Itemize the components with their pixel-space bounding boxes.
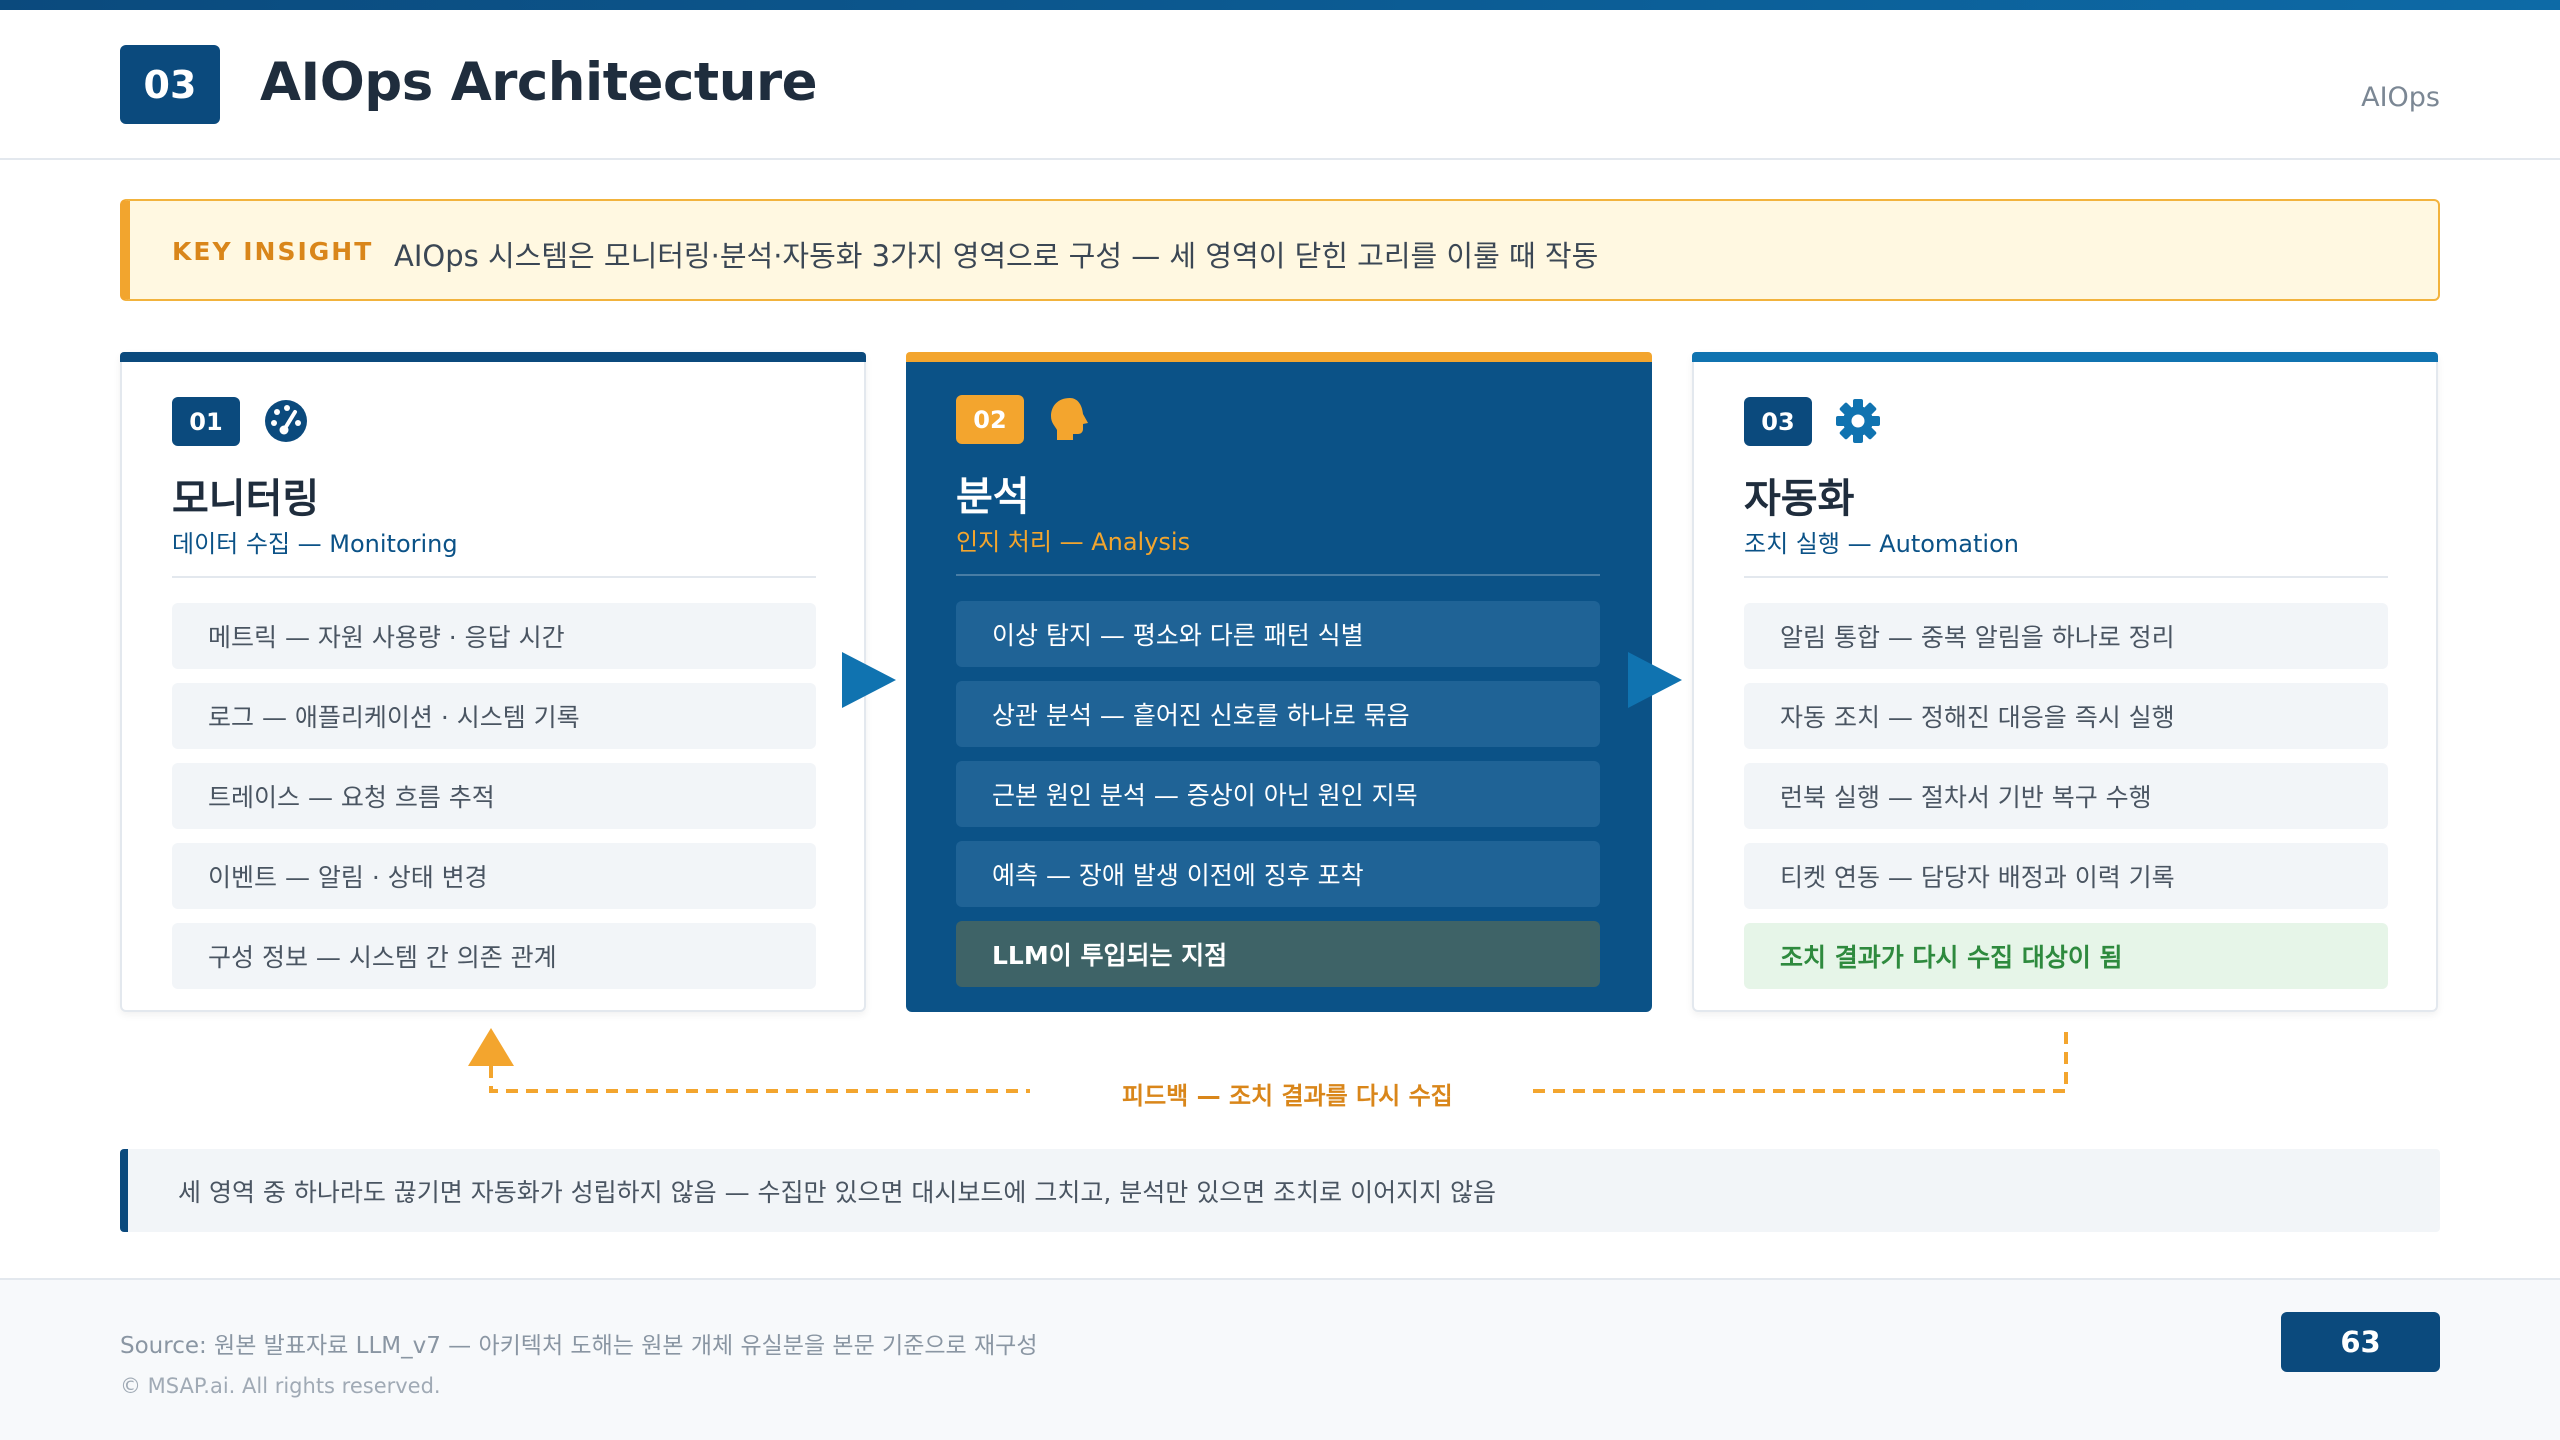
list-item: 트레이스 — 요청 흐름 추적 — [172, 763, 816, 829]
analysis-panel: 02 분석 인지 처리 — Analysis 이상 탐지 — 평소와 다른 패턴… — [906, 352, 1652, 1012]
flow-arrow-right-icon — [842, 652, 896, 708]
flow-arrow-right-icon — [1628, 652, 1682, 708]
slide-footer: Source: 원본 발표자료 LLM_v7 — 아키텍처 도해는 원본 개체 … — [0, 1278, 2560, 1440]
key-insight-label: KEY INSIGHT — [172, 237, 374, 266]
panel-accent-bar — [120, 352, 866, 362]
panel-title: 모니터링 — [172, 476, 320, 522]
gauge-icon — [265, 400, 307, 442]
panel-subtitle: 인지 처리 — Analysis — [956, 528, 1191, 556]
panel-number-badge: 02 — [956, 395, 1024, 444]
feedback-arrowhead-icon — [468, 1028, 514, 1066]
feedback-label: 피드백 — 조치 결과를 다시 수집 — [1122, 1082, 1453, 1110]
section-number-badge: 03 — [120, 45, 220, 124]
list-item: 메트릭 — 자원 사용량 · 응답 시간 — [172, 603, 816, 669]
list-item: 이벤트 — 알림 · 상태 변경 — [172, 843, 816, 909]
slide-title: AIOps Architecture — [260, 52, 818, 113]
panel-divider — [172, 576, 816, 578]
section-tag: AIOps — [2361, 82, 2440, 113]
monitoring-panel: 01 모니터링 데이터 수집 — Monitoring 메트릭 — 자원 사용량… — [120, 352, 866, 1012]
panel-number-badge: 01 — [172, 397, 240, 446]
panel-accent-bar — [906, 352, 1652, 362]
panel-subtitle: 조치 실행 — Automation — [1744, 530, 2019, 558]
result-highlight-item: 조치 결과가 다시 수집 대상이 됨 — [1744, 923, 2388, 989]
panel-divider — [956, 574, 1600, 576]
feedback-line-left — [489, 1066, 1030, 1093]
slide-header: 03 AIOps Architecture AIOps — [0, 10, 2560, 160]
panel-divider — [1744, 576, 2388, 578]
list-item: 티켓 연동 — 담당자 배정과 이력 기록 — [1744, 843, 2388, 909]
list-item: 자동 조치 — 정해진 대응을 즉시 실행 — [1744, 683, 2388, 749]
gear-icon — [1836, 399, 1880, 443]
list-item: 런북 실행 — 절차서 기반 복구 수행 — [1744, 763, 2388, 829]
list-item: 상관 분석 — 흩어진 신호를 하나로 묶음 — [956, 681, 1600, 747]
key-insight-box: KEY INSIGHT AIOps 시스템은 모니터링·분석·자동화 3가지 영… — [120, 199, 2440, 301]
top-accent-bar — [0, 0, 2560, 10]
summary-note-text: 세 영역 중 하나라도 끊기면 자동화가 성립하지 않음 — 수집만 있으면 대… — [178, 1178, 1497, 1207]
list-item: 알림 통합 — 중복 알림을 하나로 정리 — [1744, 603, 2388, 669]
list-item: 로그 — 애플리케이션 · 시스템 기록 — [172, 683, 816, 749]
head-icon — [1051, 398, 1088, 440]
panel-number-badge: 03 — [1744, 397, 1812, 446]
key-insight-text: AIOps 시스템은 모니터링·분석·자동화 3가지 영역으로 구성 — 세 영… — [394, 239, 1599, 273]
list-item: 예측 — 장애 발생 이전에 징후 포착 — [956, 841, 1600, 907]
panel-title: 분석 — [956, 474, 1030, 520]
copyright-text: © MSAP.ai. All rights reserved. — [120, 1374, 441, 1398]
automation-panel: 03 자동화 조치 실행 — Automation 알림 통합 — 중복 알림을… — [1692, 352, 2438, 1012]
feedback-line-right — [1533, 1030, 2068, 1093]
list-item: 이상 탐지 — 평소와 다른 패턴 식별 — [956, 601, 1600, 667]
feedback-loop — [468, 1028, 2068, 1093]
panel-title: 자동화 — [1744, 476, 1855, 522]
summary-note: 세 영역 중 하나라도 끊기면 자동화가 성립하지 않음 — 수집만 있으면 대… — [120, 1149, 2440, 1232]
list-item: 근본 원인 분석 — 증상이 아닌 원인 지목 — [956, 761, 1600, 827]
panel-subtitle: 데이터 수집 — Monitoring — [172, 530, 458, 558]
llm-highlight-item: LLM이 투입되는 지점 — [956, 921, 1600, 987]
list-item: 구성 정보 — 시스템 간 의존 관계 — [172, 923, 816, 989]
panel-accent-bar — [1692, 352, 2438, 362]
source-text: Source: 원본 발표자료 LLM_v7 — 아키텍처 도해는 원본 개체 … — [120, 1333, 1038, 1359]
page-number: 63 — [2281, 1312, 2440, 1372]
